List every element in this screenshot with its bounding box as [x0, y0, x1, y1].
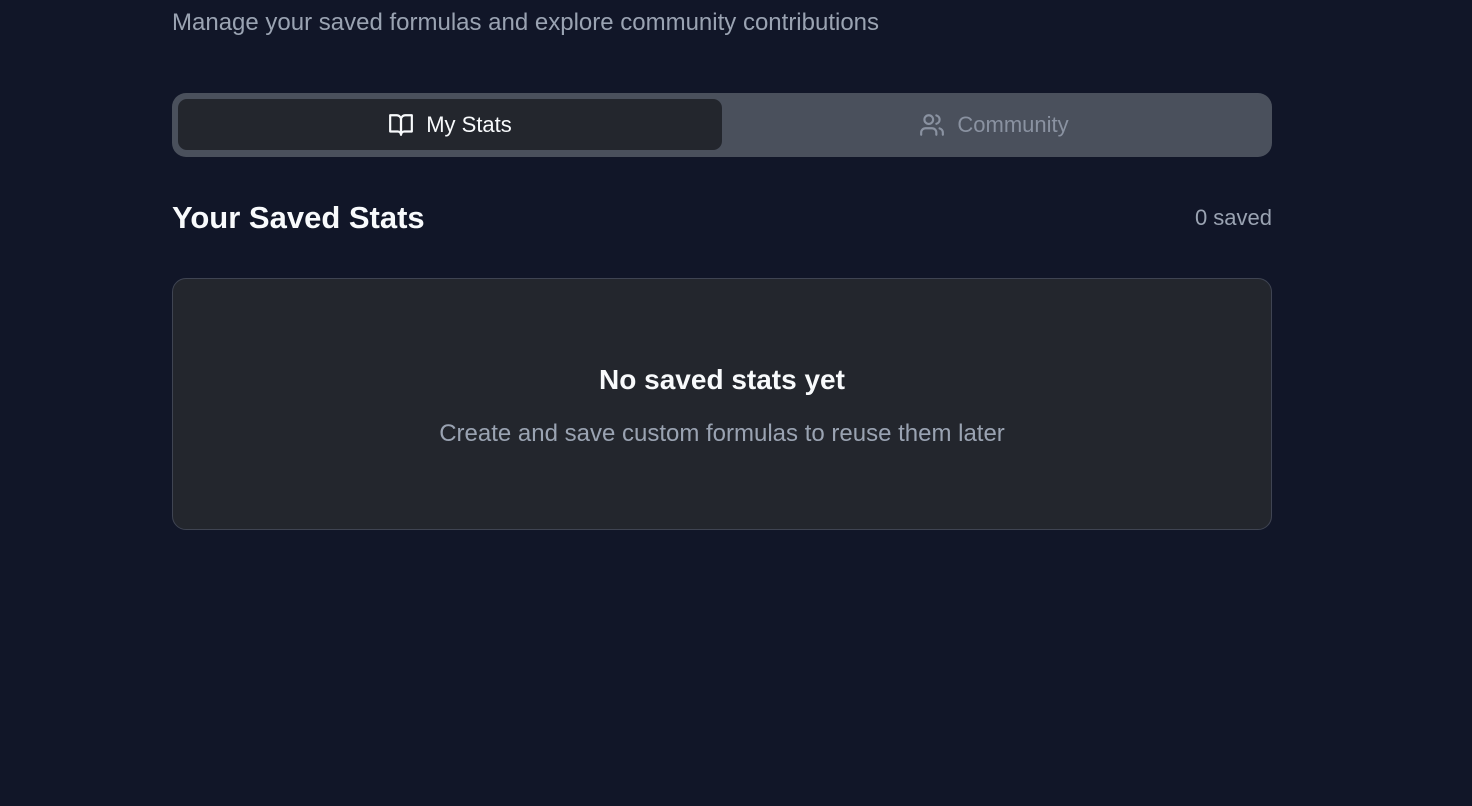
- users-icon: [919, 112, 945, 138]
- tab-community-label: Community: [957, 111, 1069, 137]
- tab-my-stats-label: My Stats: [426, 111, 512, 137]
- empty-state-card: No saved stats yet Create and save custo…: [172, 278, 1272, 530]
- page-subtitle: Manage your saved formulas and explore c…: [172, 9, 880, 36]
- empty-state-title: No saved stats yet: [599, 364, 845, 395]
- empty-state-description: Create and save custom formulas to reuse…: [439, 420, 1005, 447]
- saved-count: 0 saved: [1194, 205, 1272, 230]
- tab-bar: My Stats Community: [172, 93, 1272, 157]
- tab-my-stats[interactable]: My Stats: [178, 99, 722, 150]
- section-title: Your Saved Stats: [172, 200, 425, 235]
- book-open-icon: [388, 112, 414, 138]
- tab-community[interactable]: Community: [722, 99, 1266, 150]
